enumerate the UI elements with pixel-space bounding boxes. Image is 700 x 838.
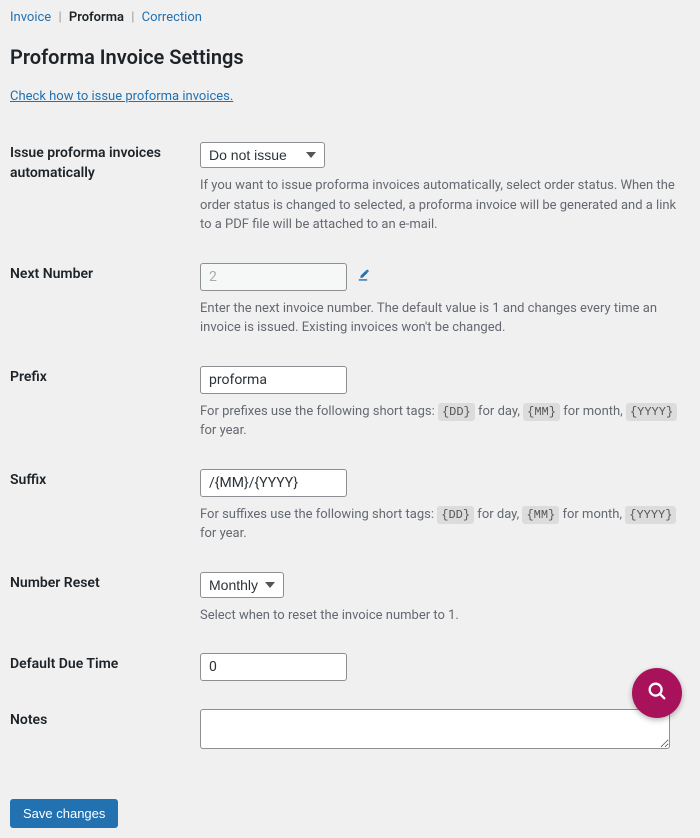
input-due-time[interactable] <box>200 653 347 681</box>
desc-suffix: For suffixes use the following short tag… <box>200 505 690 544</box>
search-icon <box>646 680 668 706</box>
input-prefix[interactable] <box>200 366 347 394</box>
pencil-icon[interactable] <box>356 268 370 286</box>
row-number-reset: Number Reset Monthly Select when to rese… <box>10 562 690 644</box>
desc-next-number: Enter the next invoice number. The defau… <box>200 299 690 338</box>
label-auto-issue: Issue proforma invoices automatically <box>10 132 200 253</box>
label-prefix: Prefix <box>10 356 200 459</box>
input-next-number <box>200 263 347 291</box>
select-auto-issue[interactable]: Do not issue <box>200 142 325 168</box>
label-suffix: Suffix <box>10 459 200 562</box>
tab-proforma[interactable]: Proforma <box>69 10 124 25</box>
label-notes: Notes <box>10 699 200 771</box>
tag-yyyy: {YYYY} <box>626 403 677 421</box>
help-beacon-button[interactable] <box>632 668 682 718</box>
textarea-notes[interactable] <box>200 709 670 749</box>
tab-correction[interactable]: Correction <box>142 10 202 25</box>
tab-invoice[interactable]: Invoice <box>10 10 51 25</box>
page-title: Proforma Invoice Settings <box>10 45 690 69</box>
row-due-time: Default Due Time <box>10 643 690 699</box>
settings-table: Issue proforma invoices automatically Do… <box>10 132 690 771</box>
row-next-number: Next Number Enter the next invoice numbe… <box>10 253 690 356</box>
row-notes: Notes <box>10 699 690 771</box>
desc-auto-issue: If you want to issue proforma invoices a… <box>200 176 690 235</box>
tag-mm: {MM} <box>522 506 559 524</box>
tag-dd: {DD} <box>438 403 475 421</box>
label-number-reset: Number Reset <box>10 562 200 644</box>
tag-yyyy: {YYYY} <box>625 506 676 524</box>
row-prefix: Prefix For prefixes use the following sh… <box>10 356 690 459</box>
row-suffix: Suffix For suffixes use the following sh… <box>10 459 690 562</box>
tab-separator: | <box>131 10 134 25</box>
select-number-reset[interactable]: Monthly <box>200 572 284 598</box>
row-auto-issue: Issue proforma invoices automatically Do… <box>10 132 690 253</box>
input-suffix[interactable] <box>200 469 347 497</box>
tab-nav: Invoice | Proforma | Correction <box>10 10 690 33</box>
tag-dd: {DD} <box>437 506 474 524</box>
doc-link[interactable]: Check how to issue proforma invoices. <box>10 89 233 104</box>
save-button[interactable]: Save changes <box>10 799 118 828</box>
desc-number-reset: Select when to reset the invoice number … <box>200 606 690 626</box>
label-due-time: Default Due Time <box>10 643 200 699</box>
desc-prefix: For prefixes use the following short tag… <box>200 402 690 441</box>
tab-separator: | <box>58 10 61 25</box>
tag-mm: {MM} <box>523 403 560 421</box>
label-next-number: Next Number <box>10 253 200 356</box>
